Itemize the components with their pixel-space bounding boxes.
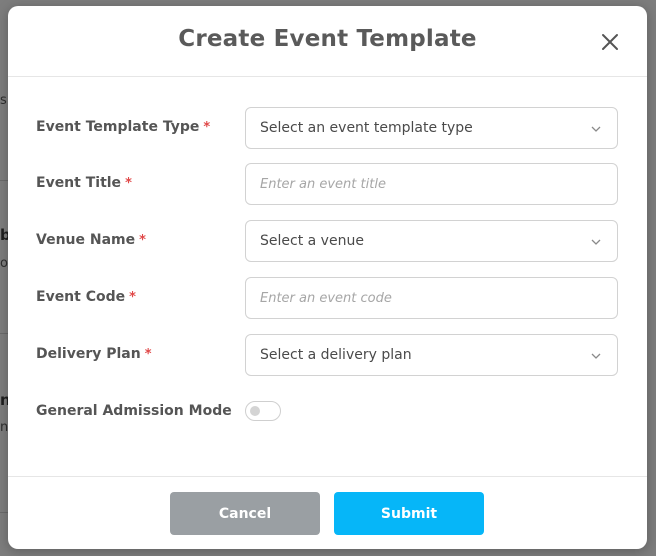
delivery-plan-select-value: Select a delivery plan: [260, 347, 412, 363]
background-divider: [0, 333, 8, 334]
venue-select-value: Select a venue: [260, 233, 364, 249]
background-divider: [0, 180, 8, 181]
submit-button[interactable]: Submit: [334, 492, 484, 535]
toggle-knob: [250, 406, 260, 416]
venue-name-label-text: Venue Name: [36, 232, 136, 248]
cancel-button[interactable]: Cancel: [170, 492, 320, 535]
form-row-venue-name: Venue Name * Select a venue: [8, 220, 647, 262]
required-mark: *: [125, 176, 132, 191]
event-title-label: Event Title *: [36, 175, 132, 191]
template-type-select[interactable]: Select an event template type: [245, 107, 618, 149]
background-text-fragment: o: [0, 256, 8, 271]
form-row-delivery-plan: Delivery Plan * Select a delivery plan: [8, 334, 647, 376]
chevron-down-icon: [590, 237, 602, 247]
template-type-label: Event Template Type *: [36, 119, 210, 135]
form-row-event-code: Event Code *: [8, 277, 647, 319]
form-row-template-type: Event Template Type * Select an event tem…: [8, 107, 647, 149]
delivery-plan-label-text: Delivery Plan: [36, 346, 141, 362]
venue-name-label: Venue Name *: [36, 232, 146, 248]
required-mark: *: [129, 290, 136, 305]
form-row-general-admission: General Admission Mode: [8, 392, 647, 434]
form-row-event-title: Event Title *: [8, 163, 647, 205]
delivery-plan-label: Delivery Plan *: [36, 346, 152, 362]
chevron-down-icon: [590, 124, 602, 134]
event-title-field: [245, 163, 618, 205]
background-divider: [0, 512, 8, 513]
modal-title: Create Event Template: [178, 26, 477, 52]
event-code-input[interactable]: [246, 278, 617, 318]
modal-footer: Cancel Submit: [8, 476, 647, 549]
required-mark: *: [203, 120, 211, 135]
event-code-field: [245, 277, 618, 319]
modal-header: Create Event Template: [8, 6, 647, 77]
event-title-input[interactable]: [246, 164, 617, 204]
background-text-fragment: n: [0, 420, 9, 435]
required-mark: *: [139, 233, 146, 248]
delivery-plan-select[interactable]: Select a delivery plan: [245, 334, 618, 376]
required-mark: *: [144, 347, 152, 362]
event-code-label-text: Event Code: [36, 289, 126, 305]
general-admission-label: General Admission Mode: [36, 403, 232, 419]
event-title-label-text: Event Title: [36, 175, 122, 191]
template-type-select-value: Select an event template type: [260, 120, 473, 136]
event-code-label: Event Code *: [36, 289, 136, 305]
close-icon[interactable]: [598, 30, 622, 54]
background-text-fragment: s: [0, 93, 7, 108]
venue-select[interactable]: Select a venue: [245, 220, 618, 262]
chevron-down-icon: [590, 351, 602, 361]
template-type-label-text: Event Template Type: [36, 119, 200, 135]
general-admission-toggle[interactable]: [245, 401, 281, 421]
create-event-template-modal: Create Event Template Event Template Typ…: [8, 6, 647, 549]
